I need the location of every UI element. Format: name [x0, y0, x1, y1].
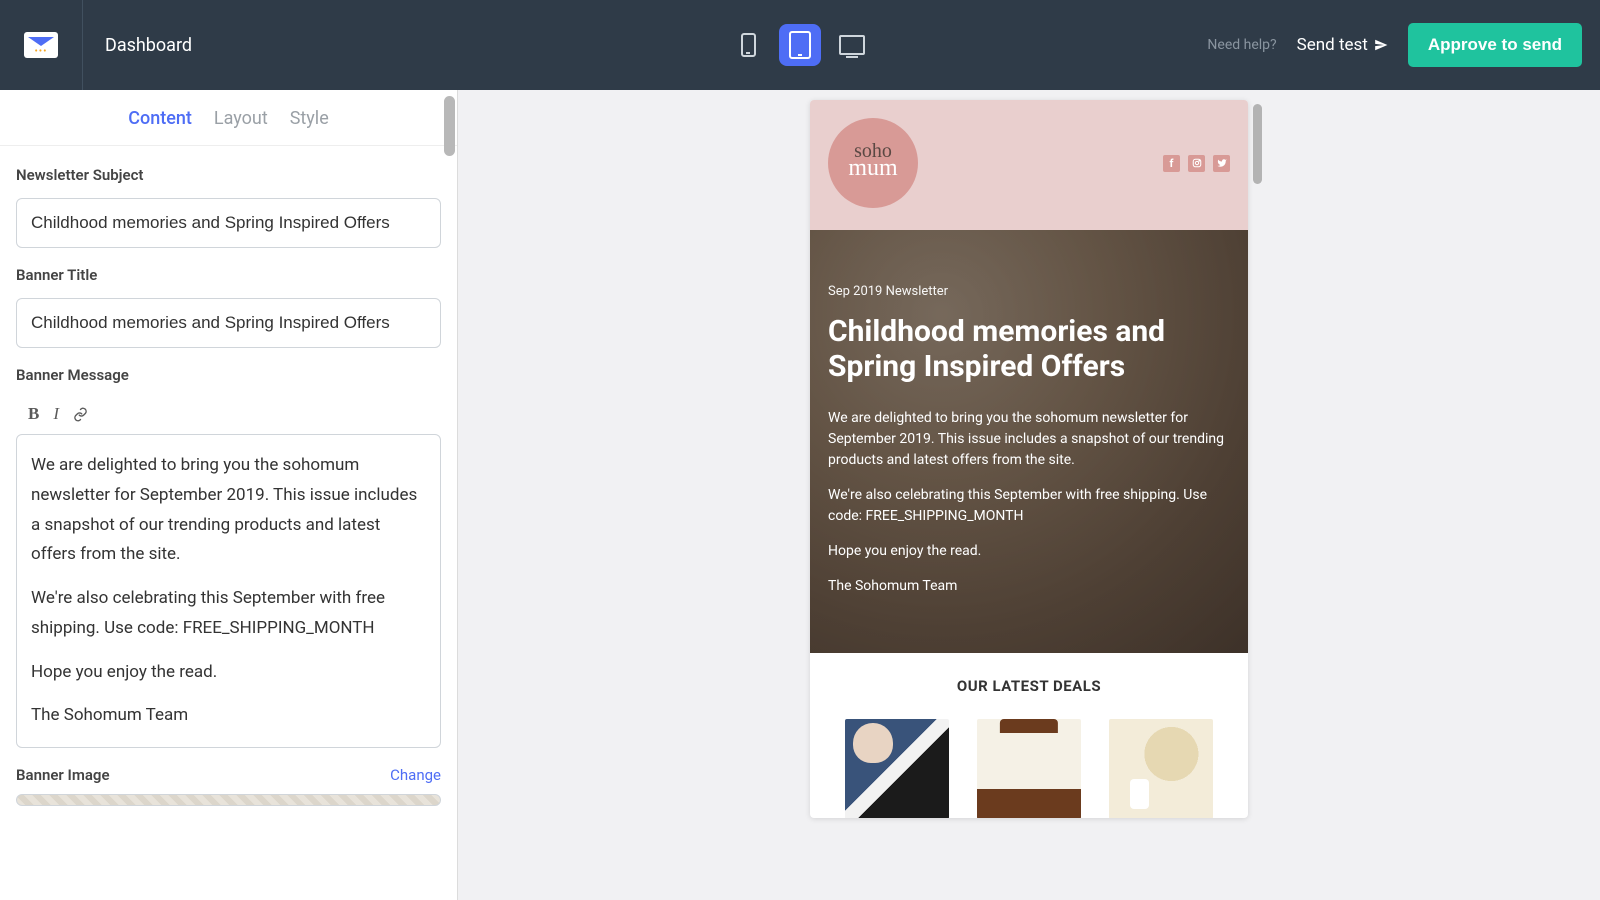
message-paragraph: Hope you enjoy the read. — [31, 658, 426, 688]
italic-button[interactable]: I — [53, 404, 59, 424]
social-links: f — [1163, 155, 1230, 172]
device-switcher — [727, 24, 873, 66]
hero-date: Sep 2019 Newsletter — [828, 284, 1230, 299]
sidebar-scrollbar[interactable] — [444, 96, 455, 156]
device-phone-button[interactable] — [727, 24, 769, 66]
banner-message-editor[interactable]: We are delighted to bring you the sohomu… — [16, 434, 441, 748]
tablet-icon — [789, 31, 811, 59]
preview-frame: soho mum f Sep 2019 Newsletter — [810, 100, 1248, 818]
editor-tabs: Content Layout Style — [0, 90, 457, 146]
tab-layout[interactable]: Layout — [214, 108, 268, 129]
send-test-button[interactable]: Send test — [1297, 35, 1388, 55]
rte-toolbar: B I — [16, 398, 441, 434]
hero-paragraph: We are delighted to bring you the sohomu… — [828, 408, 1230, 471]
paper-plane-icon — [1374, 38, 1388, 52]
banner-image-thumbnail[interactable] — [16, 794, 441, 806]
preview-area: soho mum f Sep 2019 Newsletter — [458, 90, 1600, 900]
tab-style[interactable]: Style — [290, 108, 329, 129]
deals-section: OUR LATEST DEALS — [810, 653, 1248, 818]
deal-item[interactable] — [977, 719, 1081, 818]
bold-button[interactable]: B — [28, 404, 39, 424]
main: Content Layout Style Newsletter Subject … — [0, 90, 1600, 900]
need-help-link[interactable]: Need help? — [1207, 37, 1276, 53]
content-panel: Newsletter Subject Banner Title Banner M… — [0, 146, 457, 846]
deal-item[interactable] — [1109, 719, 1213, 818]
phone-icon — [741, 33, 756, 57]
banner-title-input[interactable] — [16, 298, 441, 348]
hero-paragraph: We're also celebrating this September wi… — [828, 485, 1230, 527]
brand-serif-text: mum — [848, 155, 897, 182]
link-button[interactable] — [73, 407, 88, 422]
email-header: soho mum f — [810, 100, 1248, 230]
desktop-icon — [839, 35, 865, 55]
hero-banner: Sep 2019 Newsletter Childhood memories a… — [810, 230, 1248, 653]
label-subject: Newsletter Subject — [16, 166, 441, 184]
brand-logo: soho mum — [828, 118, 918, 208]
send-test-label: Send test — [1297, 35, 1368, 55]
topbar-actions: Need help? Send test Approve to send — [1207, 23, 1600, 67]
hero-title: Childhood memories and Spring Inspired O… — [828, 315, 1230, 384]
envelope-icon — [24, 32, 58, 58]
preview-scrollbar[interactable] — [1253, 104, 1262, 184]
label-banner-image: Banner Image — [16, 766, 110, 784]
label-banner-title: Banner Title — [16, 266, 441, 284]
deal-item[interactable] — [845, 719, 949, 818]
message-paragraph: We're also celebrating this September wi… — [31, 584, 426, 644]
topbar: Dashboard Need help? Send test Approve t… — [0, 0, 1600, 90]
dashboard-link[interactable]: Dashboard — [105, 35, 192, 56]
device-tablet-button[interactable] — [779, 24, 821, 66]
deals-row — [828, 719, 1230, 818]
twitter-icon[interactable] — [1213, 155, 1230, 172]
change-image-link[interactable]: Change — [390, 766, 441, 784]
deals-title: OUR LATEST DEALS — [828, 677, 1230, 695]
tab-content[interactable]: Content — [128, 108, 192, 129]
message-paragraph: We are delighted to bring you the sohomu… — [31, 451, 426, 570]
device-desktop-button[interactable] — [831, 24, 873, 66]
label-banner-message: Banner Message — [16, 366, 441, 384]
instagram-icon[interactable] — [1188, 155, 1205, 172]
subject-input[interactable] — [16, 198, 441, 248]
hero-paragraph: The Sohomum Team — [828, 576, 1230, 597]
facebook-icon[interactable]: f — [1163, 155, 1180, 172]
app-logo[interactable] — [0, 0, 83, 90]
editor-sidebar: Content Layout Style Newsletter Subject … — [0, 90, 458, 900]
hero-paragraph: Hope you enjoy the read. — [828, 541, 1230, 562]
approve-to-send-button[interactable]: Approve to send — [1408, 23, 1582, 67]
message-paragraph: The Sohomum Team — [31, 701, 426, 731]
